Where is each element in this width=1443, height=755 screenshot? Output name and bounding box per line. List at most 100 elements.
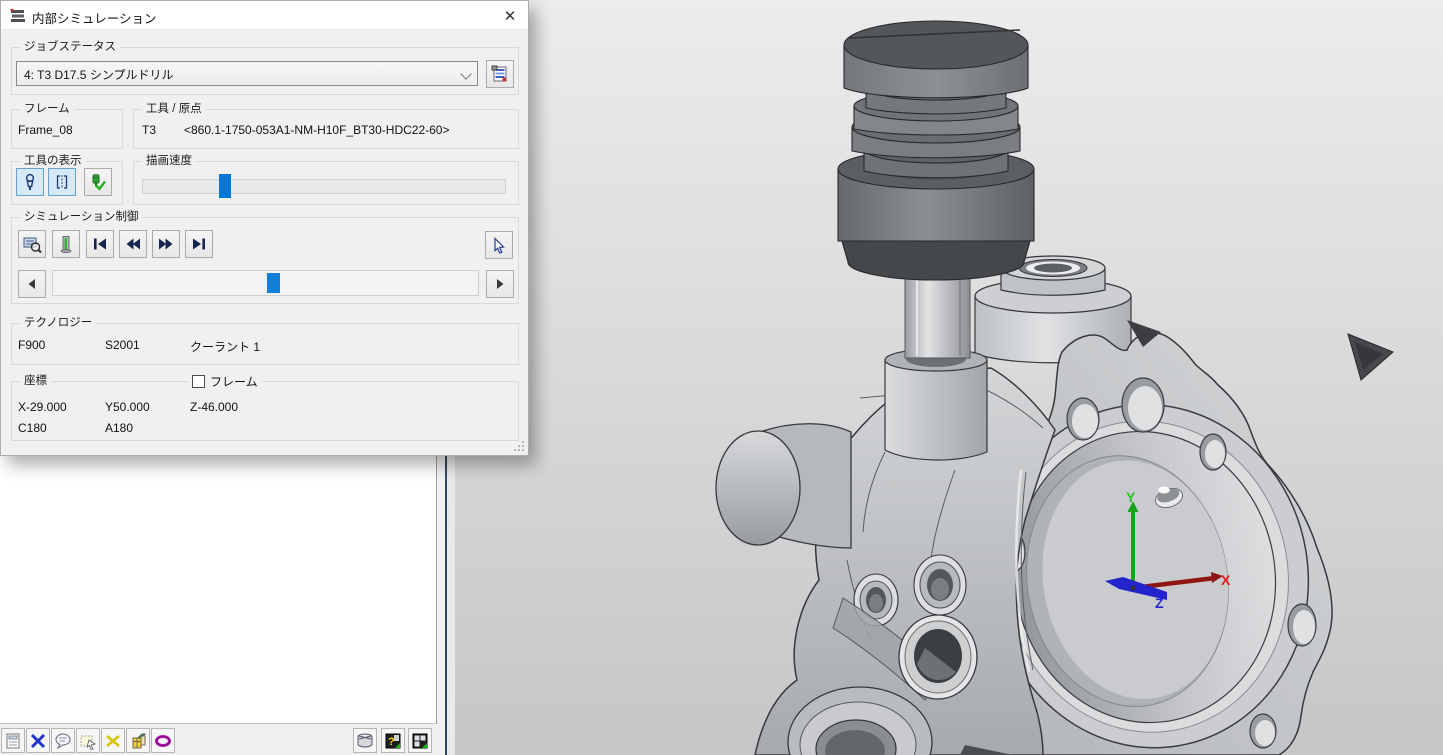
internal-simulation-dialog: 内部シミュレーション ✕ ジョブステータス 4: T3 D17.5 シンプルドリ… <box>0 0 529 456</box>
machine-simulation-icon <box>23 236 42 253</box>
frame-checkbox-label: フレーム <box>210 373 258 390</box>
form-properties-icon <box>4 732 22 750</box>
frame-value: Frame_08 <box>18 123 73 137</box>
job-status-value: 4: T3 D17.5 シンプルドリル <box>24 66 173 83</box>
progress-right-button[interactable] <box>486 270 514 298</box>
job-list-button[interactable] <box>486 60 514 88</box>
z-axis-label: Z <box>1155 595 1164 611</box>
cad-scene: Y X Z <box>455 0 1443 755</box>
rotary-ellipse-button[interactable] <box>151 728 175 753</box>
stock-cylinder-icon <box>356 732 374 750</box>
dialog-titlebar[interactable]: 内部シミュレーション ✕ <box>1 1 528 30</box>
spindle-value: S2001 <box>105 338 140 352</box>
group-frame-label: フレーム <box>20 102 74 116</box>
dialog-title: 内部シミュレーション <box>32 8 157 27</box>
3d-viewport[interactable]: Y X Z <box>455 0 1443 755</box>
verify-question-icon: ? <box>384 732 402 750</box>
comment-button[interactable] <box>51 728 75 753</box>
coord-a: A180 <box>105 421 133 435</box>
tool-magazine-icon <box>129 732 147 750</box>
frame-checkbox[interactable] <box>192 375 205 388</box>
tool-number: T3 <box>142 123 156 137</box>
progress-left-button[interactable] <box>18 270 46 298</box>
group-technology: テクノロジー F900 S2001 クーラント 1 <box>11 323 519 365</box>
group-coordinates-label: 座標 <box>20 374 51 388</box>
group-draw-speed-label: 描画速度 <box>142 154 196 168</box>
simulation-dialog-icon <box>10 8 26 24</box>
machine-simulation-button[interactable] <box>18 230 46 258</box>
right-arrow-icon <box>495 278 505 290</box>
group-technology-label: テクノロジー <box>20 316 96 330</box>
tool-wireframe-icon <box>54 173 70 191</box>
skip-to-start-button[interactable] <box>86 230 114 258</box>
tool-check-icon <box>89 173 107 191</box>
group-sim-control-label: シミュレーション制御 <box>20 210 143 224</box>
draw-speed-slider-track[interactable] <box>142 179 506 194</box>
progress-scrollbar-track[interactable] <box>52 270 479 296</box>
dialog-resize-grip[interactable] <box>514 441 525 452</box>
x-axis-label: X <box>1221 572 1231 588</box>
bottom-toolbar: ? <box>0 723 438 755</box>
form-properties-button[interactable] <box>1 728 25 753</box>
y-axis-label: Y <box>1126 489 1136 505</box>
blue-x-icon <box>29 732 47 750</box>
part-left-boss <box>716 424 851 548</box>
tool-holder-name: <860.1-1750-053A1-NM-H10F_BT30-HDC22-60> <box>184 123 449 137</box>
draw-speed-slider-handle[interactable] <box>219 174 231 198</box>
show-tool-solid-button[interactable] <box>16 168 44 196</box>
svg-text:?: ? <box>388 736 395 748</box>
group-tool-display: 工具の表示 <box>11 161 123 205</box>
part-holder-column <box>885 349 987 460</box>
job-status-combobox[interactable]: 4: T3 D17.5 シンプルドリル <box>16 61 478 86</box>
coord-z: Z-46.000 <box>190 400 238 414</box>
group-draw-speed: 描画速度 <box>133 161 519 205</box>
left-arrow-icon <box>27 278 37 290</box>
verify-question-button[interactable]: ? <box>381 728 405 753</box>
single-block-icon <box>58 235 74 253</box>
comment-bubble-icon <box>54 732 72 750</box>
show-tool-wireframe-button[interactable] <box>48 168 76 196</box>
progress-scrollbar-handle[interactable] <box>267 273 280 293</box>
frame-checkbox-row: フレーム <box>188 373 262 390</box>
tool-holder <box>838 21 1034 280</box>
close-button[interactable]: ✕ <box>497 4 523 27</box>
tool-check-button[interactable] <box>84 168 112 196</box>
skip-to-start-icon <box>92 237 108 251</box>
coord-y: Y50.000 <box>105 400 150 414</box>
group-tool-origin-label: 工具 / 原点 <box>142 102 206 116</box>
tool-solid-icon <box>22 173 38 191</box>
step-backward-button[interactable] <box>119 230 147 258</box>
job-list-icon <box>491 65 509 83</box>
cursor-pick-icon <box>491 237 507 254</box>
area-select-button[interactable] <box>76 728 100 753</box>
step-forward-button[interactable] <box>152 230 180 258</box>
step-backward-icon <box>125 237 141 251</box>
compare-views-icon <box>411 732 429 750</box>
skip-to-end-icon <box>191 237 207 251</box>
tool-magazine-button[interactable] <box>126 728 150 753</box>
feed-value: F900 <box>18 338 45 352</box>
coolant-value: クーラント 1 <box>190 338 260 355</box>
group-tool-origin: 工具 / 原点 T3 <860.1-1750-053A1-NM-H10F_BT3… <box>133 109 519 149</box>
coord-c: C180 <box>18 421 47 435</box>
large-counterbore-hole <box>899 615 977 699</box>
pick-step-button[interactable] <box>485 231 513 259</box>
compare-views-button[interactable] <box>408 728 432 753</box>
group-job-status-label: ジョブステータス <box>20 40 120 54</box>
single-block-button[interactable] <box>52 230 80 258</box>
group-sim-control: シミュレーション制御 <box>11 217 519 304</box>
group-tool-display-label: 工具の表示 <box>20 154 86 168</box>
group-frame: フレーム Frame_08 <box>11 109 123 149</box>
step-forward-icon <box>158 237 174 251</box>
group-coordinates: 座標 フレーム X-29.000 Y50.000 Z-46.000 C180 A… <box>11 381 519 441</box>
skip-to-end-button[interactable] <box>185 230 213 258</box>
boss-hole-1 <box>914 555 966 615</box>
group-job-status: ジョブステータス 4: T3 D17.5 シンプルドリル <box>11 47 519 95</box>
rotary-ellipse-icon <box>154 732 172 750</box>
delete-yellow-x-button[interactable] <box>101 728 125 753</box>
area-select-icon <box>79 732 97 750</box>
delete-blue-x-button[interactable] <box>26 728 50 753</box>
bore-glint <box>1158 487 1170 494</box>
stock-cylinder-button[interactable] <box>353 728 377 753</box>
yellow-x-icon <box>104 732 122 750</box>
